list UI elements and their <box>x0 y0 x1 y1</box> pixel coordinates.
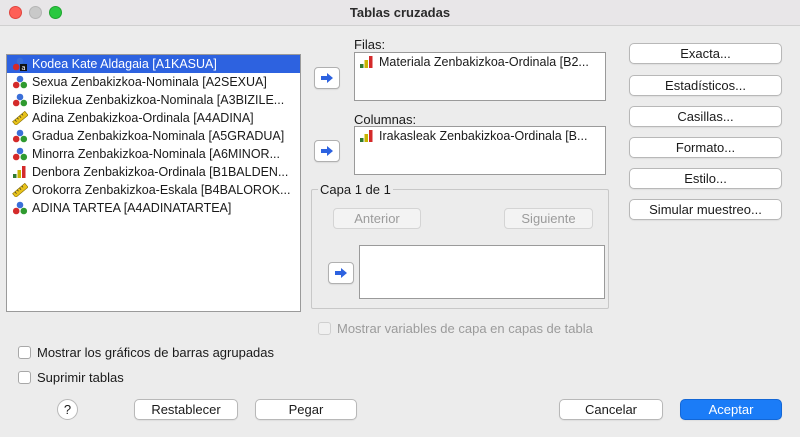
move-to-rows-button[interactable] <box>314 67 340 89</box>
window-title: Tablas cruzadas <box>349 5 451 20</box>
variable-list-item[interactable]: ADINA TARTEA [A4ADINATARTEA] <box>7 199 300 217</box>
columns-label: Columnas: <box>354 112 417 127</box>
next-layer-button[interactable]: Siguiente <box>504 208 593 229</box>
accept-button[interactable]: Aceptar <box>680 399 782 420</box>
columns-list[interactable]: Irakasleak Zenbakizkoa-Ordinala [B... <box>354 126 606 175</box>
arrow-right-icon <box>321 73 333 83</box>
show-layer-variables-label: Mostrar variables de capa en capas de ta… <box>337 321 593 336</box>
variable-list-item[interactable]: Denbora Zenbakizkoa-Ordinala [B1BALDEN..… <box>7 163 300 181</box>
variable-label: ADINA TARTEA [A4ADINATARTEA] <box>32 201 232 215</box>
help-button[interactable]: ? <box>57 399 78 420</box>
previous-layer-button[interactable]: Anterior <box>333 208 421 229</box>
arrow-right-icon <box>335 268 347 278</box>
layer-title: Capa 1 de 1 <box>318 182 393 197</box>
clustered-bar-charts-label: Mostrar los gráficos de barras agrupadas <box>37 345 275 360</box>
suppress-tables-label: Suprimir tablas <box>37 370 124 385</box>
show-layer-variables-checkbox[interactable]: Mostrar variables de capa en capas de ta… <box>318 321 593 336</box>
rows-label: Filas: <box>354 37 386 52</box>
string-nominal-icon: a <box>12 57 28 71</box>
move-to-columns-button[interactable] <box>314 140 340 162</box>
exact-button[interactable]: Exacta... <box>629 43 782 64</box>
variable-list-item[interactable]: Bizilekua Zenbakizkoa-Nominala [A3BIZILE… <box>7 91 300 109</box>
title-bar: Tablas cruzadas <box>0 0 800 26</box>
variable-list-item[interactable]: Gradua Zenbakizkoa-Nominala [A5GRADUA] <box>7 127 300 145</box>
rows-item-label: Materiala Zenbakizkoa-Ordinala [B2... <box>379 55 589 69</box>
variable-label: Kodea Kate Aldagaia [A1KASUA] <box>32 57 217 71</box>
paste-button[interactable]: Pegar <box>255 399 357 420</box>
columns-item-label: Irakasleak Zenbakizkoa-Ordinala [B... <box>379 129 588 143</box>
layer-list[interactable] <box>359 245 605 299</box>
variable-list-item[interactable]: Minorra Zenbakizkoa-Nominala [A6MINOR... <box>7 145 300 163</box>
move-to-layer-button[interactable] <box>328 262 354 284</box>
format-button[interactable]: Formato... <box>629 137 782 158</box>
variable-list-item[interactable]: Adina Zenbakizkoa-Ordinala [A4ADINA] <box>7 109 300 127</box>
variable-label: Adina Zenbakizkoa-Ordinala [A4ADINA] <box>32 111 254 125</box>
rows-list-item[interactable]: Materiala Zenbakizkoa-Ordinala [B2... <box>355 53 605 71</box>
variable-label: Orokorra Zenbakizkoa-Eskala [B4BALOROK..… <box>32 183 291 197</box>
variable-list-item[interactable]: Orokorra Zenbakizkoa-Eskala [B4BALOROK..… <box>7 181 300 199</box>
statistics-button[interactable]: Estadísticos... <box>629 75 782 96</box>
variable-label: Gradua Zenbakizkoa-Nominala [A5GRADUA] <box>32 129 285 143</box>
nominal-icon <box>12 147 28 161</box>
cells-button[interactable]: Casillas... <box>629 106 782 127</box>
reset-button[interactable]: Restablecer <box>134 399 238 420</box>
style-button[interactable]: Estilo... <box>629 168 782 189</box>
suppress-tables-checkbox[interactable]: Suprimir tablas <box>18 370 124 385</box>
nominal-icon <box>12 201 28 215</box>
nominal-icon <box>12 93 28 107</box>
checkbox-box[interactable] <box>18 346 31 359</box>
variable-label: Bizilekua Zenbakizkoa-Nominala [A3BIZILE… <box>32 93 285 107</box>
variable-label: Denbora Zenbakizkoa-Ordinala [B1BALDEN..… <box>32 165 289 179</box>
source-variable-list[interactable]: a Kodea Kate Aldagaia [A1KASUA] Sexua Zenb… <box>6 54 301 312</box>
nominal-icon <box>12 129 28 143</box>
cancel-button[interactable]: Cancelar <box>559 399 663 420</box>
arrow-right-icon <box>321 146 333 156</box>
variable-list-item[interactable]: a Kodea Kate Aldagaia [A1KASUA] <box>7 55 300 73</box>
columns-list-item[interactable]: Irakasleak Zenbakizkoa-Ordinala [B... <box>355 127 605 145</box>
ordinal-bar-icon <box>360 130 373 142</box>
variable-list-item[interactable]: Sexua Zenbakizkoa-Nominala [A2SEXUA] <box>7 73 300 91</box>
ordinal-bar-icon <box>360 56 373 68</box>
ordinal-bar-icon <box>13 166 26 178</box>
checkbox-box[interactable] <box>318 322 331 335</box>
scale-ruler-icon <box>12 111 28 125</box>
checkbox-box[interactable] <box>18 371 31 384</box>
scale-ruler-icon <box>12 183 28 197</box>
nominal-icon <box>12 75 28 89</box>
variable-label: Minorra Zenbakizkoa-Nominala [A6MINOR... <box>32 147 280 161</box>
variable-label: Sexua Zenbakizkoa-Nominala [A2SEXUA] <box>32 75 267 89</box>
rows-list[interactable]: Materiala Zenbakizkoa-Ordinala [B2... <box>354 52 606 101</box>
bootstrap-button[interactable]: Simular muestreo... <box>629 199 782 220</box>
clustered-bar-charts-checkbox[interactable]: Mostrar los gráficos de barras agrupadas <box>18 345 274 360</box>
svg-text:a: a <box>21 64 25 71</box>
